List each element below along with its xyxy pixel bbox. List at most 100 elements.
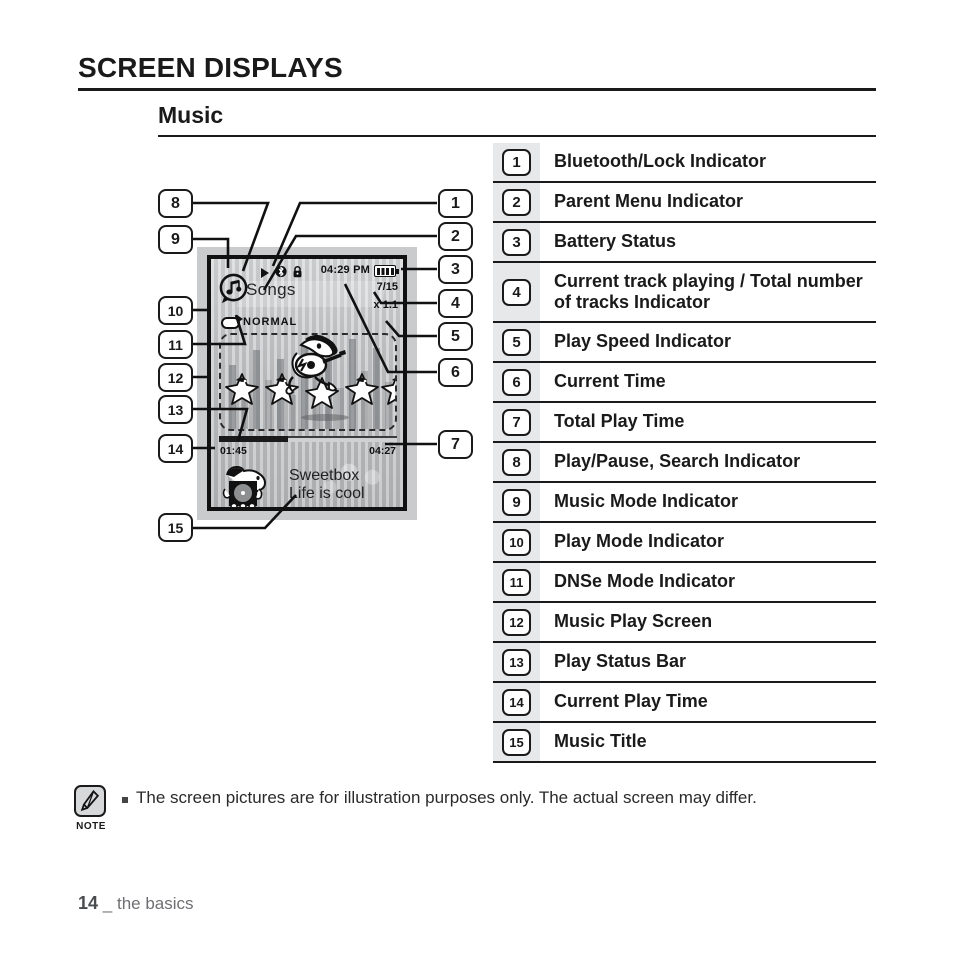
play-status-bar[interactable] — [219, 436, 397, 442]
manual-page: SCREEN DISPLAYS Music 1 Bluetooth/Lock I… — [0, 0, 954, 954]
legend-label-6: Current Time — [554, 371, 666, 392]
callout-9: 9 — [158, 225, 193, 254]
legend-badge-15: 15 — [502, 728, 531, 756]
music-play-visualizer — [219, 333, 397, 431]
legend-label-13: Play Status Bar — [554, 651, 687, 672]
legend-number-cell: 8 — [493, 443, 540, 481]
legend-label-5: Play Speed Indicator — [554, 331, 732, 352]
star-character-icon — [345, 373, 379, 405]
music-title-artist: Sweetbox — [289, 467, 360, 484]
note-icon-label: NOTE — [76, 821, 106, 832]
legend-badge-3: 3 — [502, 228, 531, 256]
legend-badge-7: 7 — [502, 408, 531, 436]
album-art-icon — [222, 465, 267, 507]
page-footer: 14 _ the basics — [78, 893, 194, 914]
legend-badge-2: 2 — [502, 188, 531, 216]
section-rule — [158, 135, 876, 137]
track-counter: 7/15 — [376, 281, 398, 293]
legend-row-14: 14 Current Play Time — [493, 683, 876, 723]
play-mode-indicator: NORMAL — [243, 316, 298, 328]
legend-badge-14: 14 — [502, 688, 531, 716]
legend-label-14: Current Play Time — [554, 691, 708, 712]
legend-badge-12: 12 — [502, 608, 531, 636]
legend-row-6: 6 Current Time — [493, 363, 876, 403]
legend-label-9: Music Mode Indicator — [554, 491, 739, 512]
legend-row-13: 13 Play Status Bar — [493, 643, 876, 683]
legend-row-2: 2 Parent Menu Indicator — [493, 183, 876, 223]
legend-row-8: 8 Play/Pause, Search Indicator — [493, 443, 876, 483]
legend-row-12: 12 Music Play Screen — [493, 603, 876, 643]
callout-3: 3 — [438, 255, 473, 284]
legend-label-3: Battery Status — [554, 231, 677, 252]
play-icon — [261, 268, 269, 278]
legend-label-7: Total Play Time — [554, 411, 685, 432]
legend-number-cell: 9 — [493, 483, 540, 521]
legend-badge-9: 9 — [502, 488, 531, 516]
bluetooth-icon — [275, 265, 287, 278]
callout-15: 15 — [158, 513, 193, 542]
legend-label-10: Play Mode Indicator — [554, 531, 725, 552]
footer-separator: _ — [102, 894, 113, 913]
legend-number-cell: 1 — [493, 143, 540, 181]
status-bar-row: 04:29 PM — [219, 264, 399, 280]
star-character-icon — [225, 373, 259, 405]
legend-row-7: 7 Total Play Time — [493, 403, 876, 443]
page-title: SCREEN DISPLAYS — [78, 52, 343, 83]
lock-icon — [293, 265, 302, 278]
legend-number-cell: 14 — [493, 683, 540, 721]
note-bullet — [122, 797, 128, 803]
pencil-icon — [74, 785, 106, 817]
legend-label-15: Music Title — [554, 731, 647, 752]
footer-chapter: the basics — [116, 894, 194, 913]
legend-row-1: 1 Bluetooth/Lock Indicator — [493, 143, 876, 183]
legend-number-cell: 11 — [493, 563, 540, 601]
callout-14: 14 — [158, 434, 193, 463]
parent-menu-indicator: Songs — [246, 280, 296, 299]
legend-badge-6: 6 — [502, 368, 531, 396]
current-play-time: 01:45 — [220, 445, 247, 457]
battery-icon — [374, 265, 399, 277]
callout-1: 1 — [438, 189, 473, 218]
note-text: The screen pictures are for illustration… — [136, 788, 757, 807]
legend-number-cell: 13 — [493, 643, 540, 681]
legend-badge-5: 5 — [502, 328, 531, 356]
legend-row-4: 4 Current track playing / Total number o… — [493, 263, 876, 323]
callout-6: 6 — [438, 358, 473, 387]
legend-label-8: Play/Pause, Search Indicator — [554, 451, 801, 472]
callout-7: 7 — [438, 430, 473, 459]
legend-badge-13: 13 — [502, 648, 531, 676]
legend-number-cell: 10 — [493, 523, 540, 561]
callout-5: 5 — [438, 322, 473, 351]
legend-badge-8: 8 — [502, 448, 531, 476]
device-screen-illustration: 04:29 PM Songs 7/15 x 1.1 NORMAL 01:45 0… — [197, 247, 417, 520]
callout-2: 2 — [438, 222, 473, 251]
legend-row-15: 15 Music Title — [493, 723, 876, 763]
legend-row-10: 10 Play Mode Indicator — [493, 523, 876, 563]
footer-page-number: 14 — [78, 893, 99, 913]
legend-row-11: 11 DNSe Mode Indicator — [493, 563, 876, 603]
music-title-track: Life is cool — [289, 485, 365, 502]
legend-number-cell: 5 — [493, 323, 540, 361]
legend-badge-4: 4 — [502, 278, 531, 306]
legend-number-cell: 4 — [493, 263, 540, 321]
legend-number-cell: 12 — [493, 603, 540, 641]
callout-10: 10 — [158, 296, 193, 325]
legend-badge-11: 11 — [502, 568, 531, 596]
legend-number-cell: 2 — [493, 183, 540, 221]
play-speed-indicator: x 1.1 — [373, 299, 398, 311]
legend-row-5: 5 Play Speed Indicator — [493, 323, 876, 363]
legend-label-2: Parent Menu Indicator — [554, 191, 744, 212]
legend-row-3: 3 Battery Status — [493, 223, 876, 263]
legend-table: 1 Bluetooth/Lock Indicator 2 Parent Menu… — [493, 143, 876, 763]
legend-number-cell: 7 — [493, 403, 540, 441]
star-character-icon — [381, 378, 395, 405]
legend-badge-10: 10 — [502, 528, 531, 556]
legend-number-cell: 15 — [493, 723, 540, 761]
legend-row-9: 9 Music Mode Indicator — [493, 483, 876, 523]
legend-label-11: DNSe Mode Indicator — [554, 571, 736, 592]
legend-label-12: Music Play Screen — [554, 611, 713, 632]
current-time-value: 04:29 PM — [320, 264, 370, 276]
callout-4: 4 — [438, 289, 473, 318]
legend-number-cell: 3 — [493, 223, 540, 261]
callout-8: 8 — [158, 189, 193, 218]
